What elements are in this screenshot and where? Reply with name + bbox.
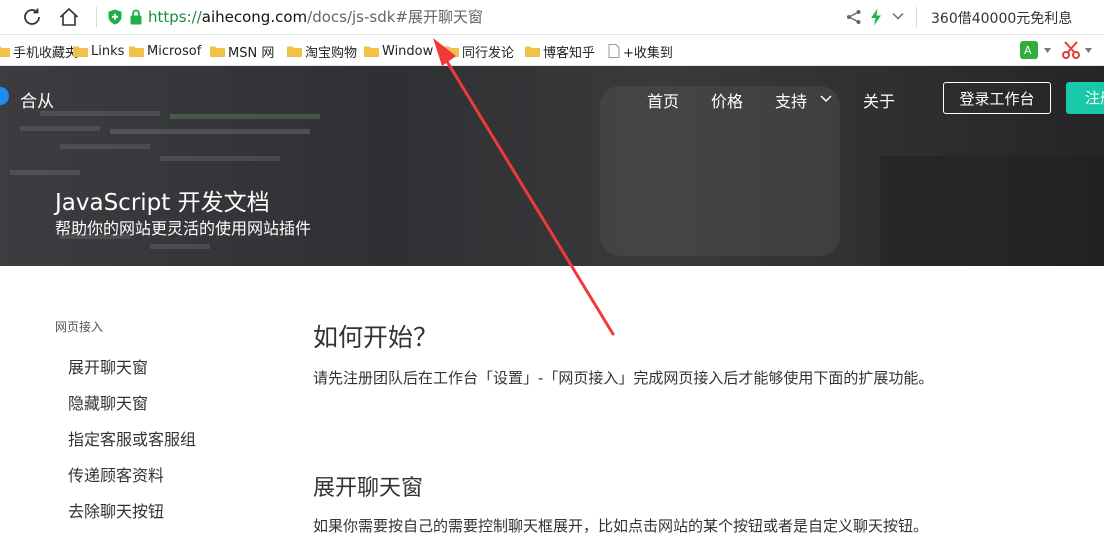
bookmark-item[interactable]: Microsof	[129, 42, 201, 60]
section-heading-getting-started: 如何开始？	[313, 323, 439, 352]
url-host: aihecong.com	[201, 8, 308, 26]
shield-icon[interactable]	[108, 9, 122, 25]
chevron-down-icon[interactable]	[892, 11, 904, 21]
url-field[interactable]: https://aihecong.com/docs/js-sdk#展开聊天窗	[148, 7, 483, 27]
search-separator	[916, 7, 917, 27]
login-button[interactable]: 登录工作台	[943, 82, 1051, 114]
section-text-open-chat: 如果你需要按自己的需要控制聊天框展开，比如点击网站的某个按钮或者是自定义聊天按钮…	[313, 517, 929, 535]
folder-icon	[73, 46, 88, 57]
browser-address-bar: https://aihecong.com/docs/js-sdk#展开聊天窗 3…	[0, 0, 1104, 35]
bookmark-item[interactable]: 手机收藏夹	[0, 42, 79, 61]
folder-icon	[287, 46, 302, 57]
bookmark-label: Links	[91, 43, 125, 59]
sidebar-item-open-chat[interactable]: 展开聊天窗	[68, 354, 148, 378]
scissors-caret-icon[interactable]	[1085, 48, 1092, 53]
chevron-down-icon[interactable]	[820, 95, 832, 103]
sidebar-item-assign-agent[interactable]: 指定客服或客服组	[68, 426, 196, 450]
scissors-icon[interactable]	[1062, 41, 1080, 59]
bolt-icon[interactable]	[870, 8, 882, 26]
url-path: /docs/js-sdk#展开聊天窗	[307, 8, 483, 26]
folder-icon	[525, 46, 540, 57]
bookmark-item[interactable]: 同行发论	[444, 42, 515, 61]
lock-icon	[130, 9, 142, 25]
folder-icon	[0, 46, 10, 57]
translate-icon[interactable]: A	[1020, 41, 1038, 59]
sidebar-item-remove-chat-button[interactable]: 去除聊天按钮	[68, 498, 164, 522]
bookmark-label: +收集到	[623, 45, 673, 61]
bookmark-label: Microsof	[147, 43, 202, 59]
register-button[interactable]: 注册	[1066, 82, 1104, 114]
page-icon	[608, 44, 620, 58]
address-separator	[96, 7, 97, 27]
translate-caret-icon[interactable]	[1044, 48, 1051, 53]
bookmark-label: 淘宝购物	[305, 45, 358, 61]
bookmark-item[interactable]: 淘宝购物	[287, 42, 358, 61]
bookmark-item[interactable]: Window	[364, 42, 433, 60]
site-header: 合从 首页 价格 支持 关于 登录工作台 注册 JavaScript 开发文档 …	[0, 66, 1104, 266]
folder-icon	[129, 46, 144, 57]
brand-name[interactable]: 合从	[20, 87, 54, 112]
share-icon[interactable]	[846, 9, 862, 25]
bookmark-label: 博客知乎	[543, 45, 596, 61]
folder-icon	[364, 46, 379, 57]
page-subtitle: 帮助你的网站更灵活的使用网站插件	[55, 219, 312, 238]
refresh-icon[interactable]	[20, 5, 44, 29]
section-text-getting-started: 请先注册团队后在工作台「设置」-「网页接入」完成网页接入后才能够使用下面的扩展功…	[313, 369, 934, 387]
bookmark-item[interactable]: 博客知乎	[525, 42, 596, 61]
url-protocol: https://	[148, 8, 202, 26]
bookmark-label: Window	[382, 43, 434, 59]
nav-support[interactable]: 支持	[775, 88, 807, 112]
bookmark-item[interactable]: +收集到	[608, 42, 673, 61]
bookmark-label: MSN 网	[228, 45, 275, 61]
nav-pricing[interactable]: 价格	[711, 88, 743, 112]
bookmarks-bar: 手机收藏夹 Links Microsof MSN 网 淘宝购物 Window 同…	[0, 36, 1104, 66]
screenshot-root: https://aihecong.com/docs/js-sdk#展开聊天窗 3…	[0, 0, 1104, 538]
home-icon[interactable]	[57, 5, 81, 29]
bookmark-item[interactable]: MSN 网	[210, 42, 275, 61]
search-hint[interactable]: 360借40000元免利息	[931, 8, 1072, 28]
svg-text:A: A	[1024, 44, 1032, 57]
sidebar-item-hide-chat[interactable]: 隐藏聊天窗	[68, 390, 148, 414]
nav-home[interactable]: 首页	[647, 88, 679, 112]
sidebar-item-pass-customer-info[interactable]: 传递顾客资料	[68, 462, 164, 486]
page-title: JavaScript 开发文档	[55, 190, 270, 216]
bookmark-label: 手机收藏夹	[13, 45, 79, 61]
folder-icon	[210, 46, 225, 57]
sidebar-group-title: 网页接入	[55, 320, 104, 334]
bookmark-label: 同行发论	[462, 45, 515, 61]
bookmark-item[interactable]: Links	[73, 42, 124, 60]
section-heading-open-chat: 展开聊天窗	[313, 476, 424, 501]
folder-icon	[444, 46, 459, 57]
nav-about[interactable]: 关于	[863, 88, 895, 112]
